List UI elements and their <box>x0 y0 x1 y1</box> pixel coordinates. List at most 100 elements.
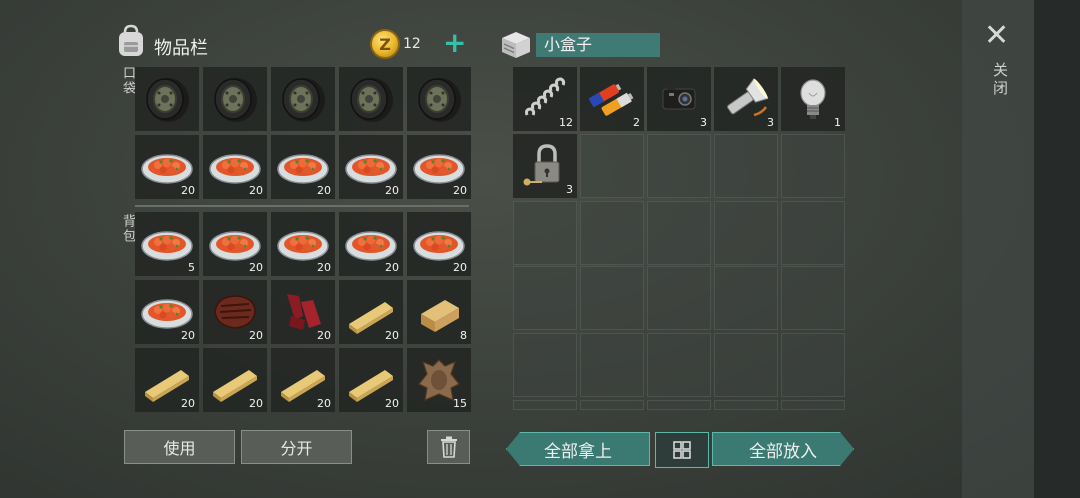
tire-icon <box>413 73 465 125</box>
pocket-slot[interactable]: 20 <box>271 135 335 199</box>
log-icon <box>413 286 465 338</box>
backpack-slot[interactable]: 20 <box>339 280 403 344</box>
pocket-slot[interactable] <box>135 67 199 131</box>
container-slot[interactable]: 3 <box>513 134 577 198</box>
trash-button[interactable] <box>427 430 470 464</box>
backpack-slot[interactable]: 20 <box>339 212 403 276</box>
item-count: 20 <box>385 397 399 410</box>
backpack-icon <box>116 24 146 58</box>
box-icon <box>498 28 534 60</box>
container-slot[interactable]: 12 <box>513 67 577 131</box>
locked-slot <box>781 400 845 410</box>
backpack-slot[interactable]: 20 <box>203 280 267 344</box>
backpack-slot[interactable]: 20 <box>135 348 199 412</box>
screen-edge <box>1034 0 1080 498</box>
close-icon[interactable]: ✕ <box>984 20 1009 52</box>
locked-slot <box>580 333 644 397</box>
item-count: 15 <box>453 397 467 410</box>
backpack-grid: 5 20 20 20 20 20 20 20 20 8 20 20 20 20 15 <box>135 212 471 412</box>
item-count: 20 <box>181 329 195 342</box>
sort-grid-icon <box>673 441 691 459</box>
container-slot[interactable] <box>580 134 644 198</box>
locked-slot <box>513 266 577 330</box>
container-slot[interactable] <box>714 134 778 198</box>
camera-icon <box>653 73 705 125</box>
split-button[interactable]: 分开 <box>241 430 352 464</box>
container-grid: 12 2 3 3 1 3 <box>513 67 845 265</box>
pocket-slot[interactable]: 20 <box>203 135 267 199</box>
section-divider <box>135 205 469 207</box>
item-count: 12 <box>559 116 573 129</box>
locked-slot <box>647 266 711 330</box>
item-count: 20 <box>249 329 263 342</box>
stew-icon <box>141 218 193 270</box>
take-all-button[interactable]: 全部拿上 <box>506 432 650 466</box>
coin-icon: Z <box>370 29 400 59</box>
backpack-slot[interactable]: 20 <box>339 348 403 412</box>
container-slot[interactable]: 3 <box>647 67 711 131</box>
backpack-slot[interactable]: 20 <box>271 280 335 344</box>
use-button[interactable]: 使用 <box>124 430 235 464</box>
container-slot[interactable] <box>580 201 644 265</box>
backpack-slot[interactable]: 20 <box>135 280 199 344</box>
item-count: 8 <box>460 329 467 342</box>
item-count: 20 <box>249 261 263 274</box>
item-count: 20 <box>317 184 331 197</box>
close-label[interactable]: 关闭 <box>990 62 1011 98</box>
pocket-slot[interactable]: 20 <box>135 135 199 199</box>
pocket-slot[interactable]: 20 <box>407 135 471 199</box>
pocket-slot[interactable] <box>203 67 267 131</box>
backpack-slot[interactable]: 5 <box>135 212 199 276</box>
container-slot[interactable]: 2 <box>580 67 644 131</box>
locked-slot <box>714 400 778 410</box>
item-count: 20 <box>317 329 331 342</box>
backpack-slot[interactable]: 20 <box>203 348 267 412</box>
container-slot[interactable] <box>781 201 845 265</box>
sort-button[interactable] <box>655 432 709 468</box>
locked-slot <box>781 266 845 330</box>
item-count: 20 <box>385 329 399 342</box>
backpack-slot[interactable]: 8 <box>407 280 471 344</box>
add-coins-button[interactable]: + <box>443 28 466 58</box>
locked-slot <box>513 333 577 397</box>
batteries-icon <box>586 73 638 125</box>
tire-icon <box>209 73 261 125</box>
container-slot[interactable]: 3 <box>714 67 778 131</box>
container-title: 小盒子 <box>536 33 660 57</box>
backpack-slot[interactable]: 20 <box>271 212 335 276</box>
item-count: 5 <box>188 261 195 274</box>
item-count: 20 <box>249 184 263 197</box>
pocket-slot[interactable]: 20 <box>339 135 403 199</box>
container-slot[interactable] <box>513 201 577 265</box>
container-slot[interactable] <box>647 201 711 265</box>
locked-slot <box>781 333 845 397</box>
container-slot[interactable] <box>781 134 845 198</box>
item-count: 3 <box>700 116 707 129</box>
item-count: 20 <box>317 261 331 274</box>
backpack-slot[interactable]: 20 <box>203 212 267 276</box>
locked-slot <box>580 400 644 410</box>
pocket-slot[interactable] <box>407 67 471 131</box>
inventory-title: 物品栏 <box>154 38 208 59</box>
tire-icon <box>345 73 397 125</box>
backpack-slot[interactable]: 15 <box>407 348 471 412</box>
tire-icon <box>277 73 329 125</box>
container-slot[interactable] <box>714 201 778 265</box>
item-count: 20 <box>453 184 467 197</box>
locked-slot <box>580 266 644 330</box>
item-count: 20 <box>385 261 399 274</box>
container-slot[interactable] <box>647 134 711 198</box>
padlock-icon <box>519 140 571 192</box>
item-count: 2 <box>633 116 640 129</box>
container-locked-grid <box>513 266 845 412</box>
backpack-slot[interactable]: 20 <box>271 348 335 412</box>
pocket-slot[interactable] <box>339 67 403 131</box>
container-slot[interactable]: 1 <box>781 67 845 131</box>
locked-slot <box>714 333 778 397</box>
locked-slot <box>647 333 711 397</box>
item-count: 20 <box>385 184 399 197</box>
item-count: 3 <box>767 116 774 129</box>
backpack-slot[interactable]: 20 <box>407 212 471 276</box>
pocket-slot[interactable] <box>271 67 335 131</box>
put-all-button[interactable]: 全部放入 <box>712 432 854 466</box>
